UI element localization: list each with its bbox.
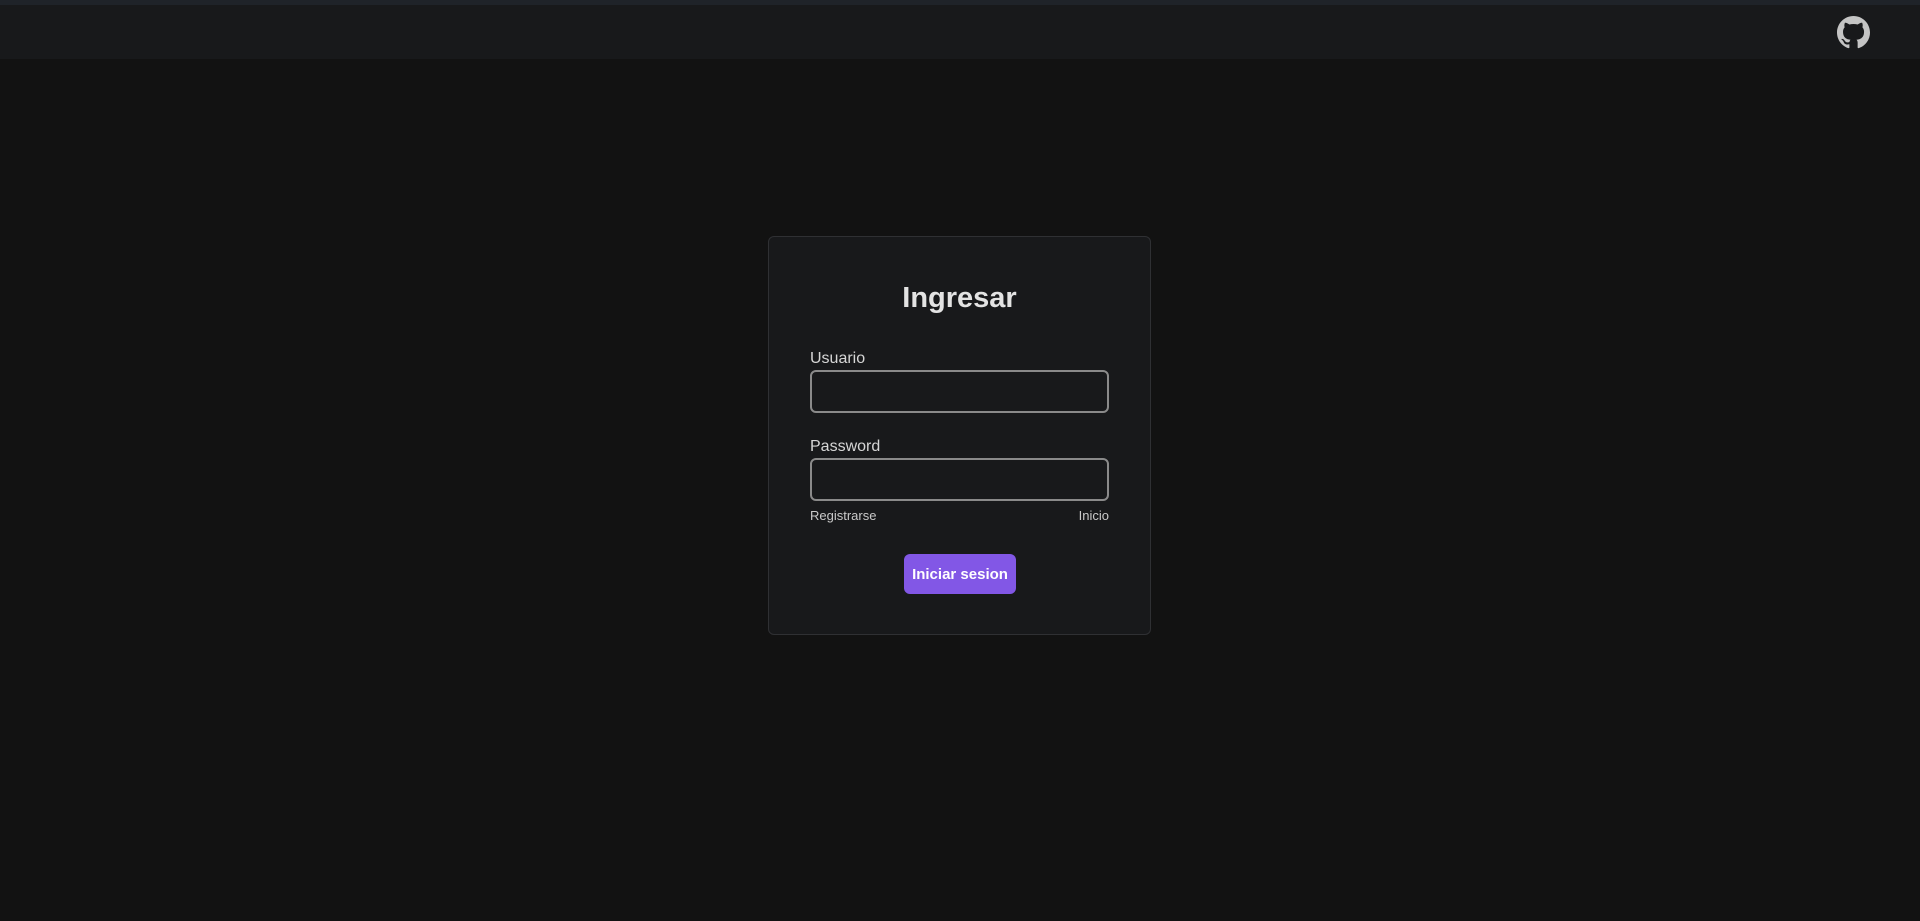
username-input[interactable]	[810, 370, 1109, 413]
password-input[interactable]	[810, 458, 1109, 501]
login-title: Ingresar	[902, 282, 1017, 314]
password-label: Password	[810, 438, 881, 455]
navbar	[0, 5, 1920, 59]
home-link[interactable]: Inicio	[1079, 508, 1109, 524]
register-link[interactable]: Registrarse	[810, 508, 876, 524]
login-button[interactable]: Iniciar sesion	[904, 554, 1016, 594]
github-link[interactable]	[1837, 16, 1870, 49]
github-icon	[1837, 16, 1870, 49]
login-card: Ingresar Usuario Password Registrarse In…	[768, 236, 1151, 635]
username-label: Usuario	[810, 350, 866, 367]
